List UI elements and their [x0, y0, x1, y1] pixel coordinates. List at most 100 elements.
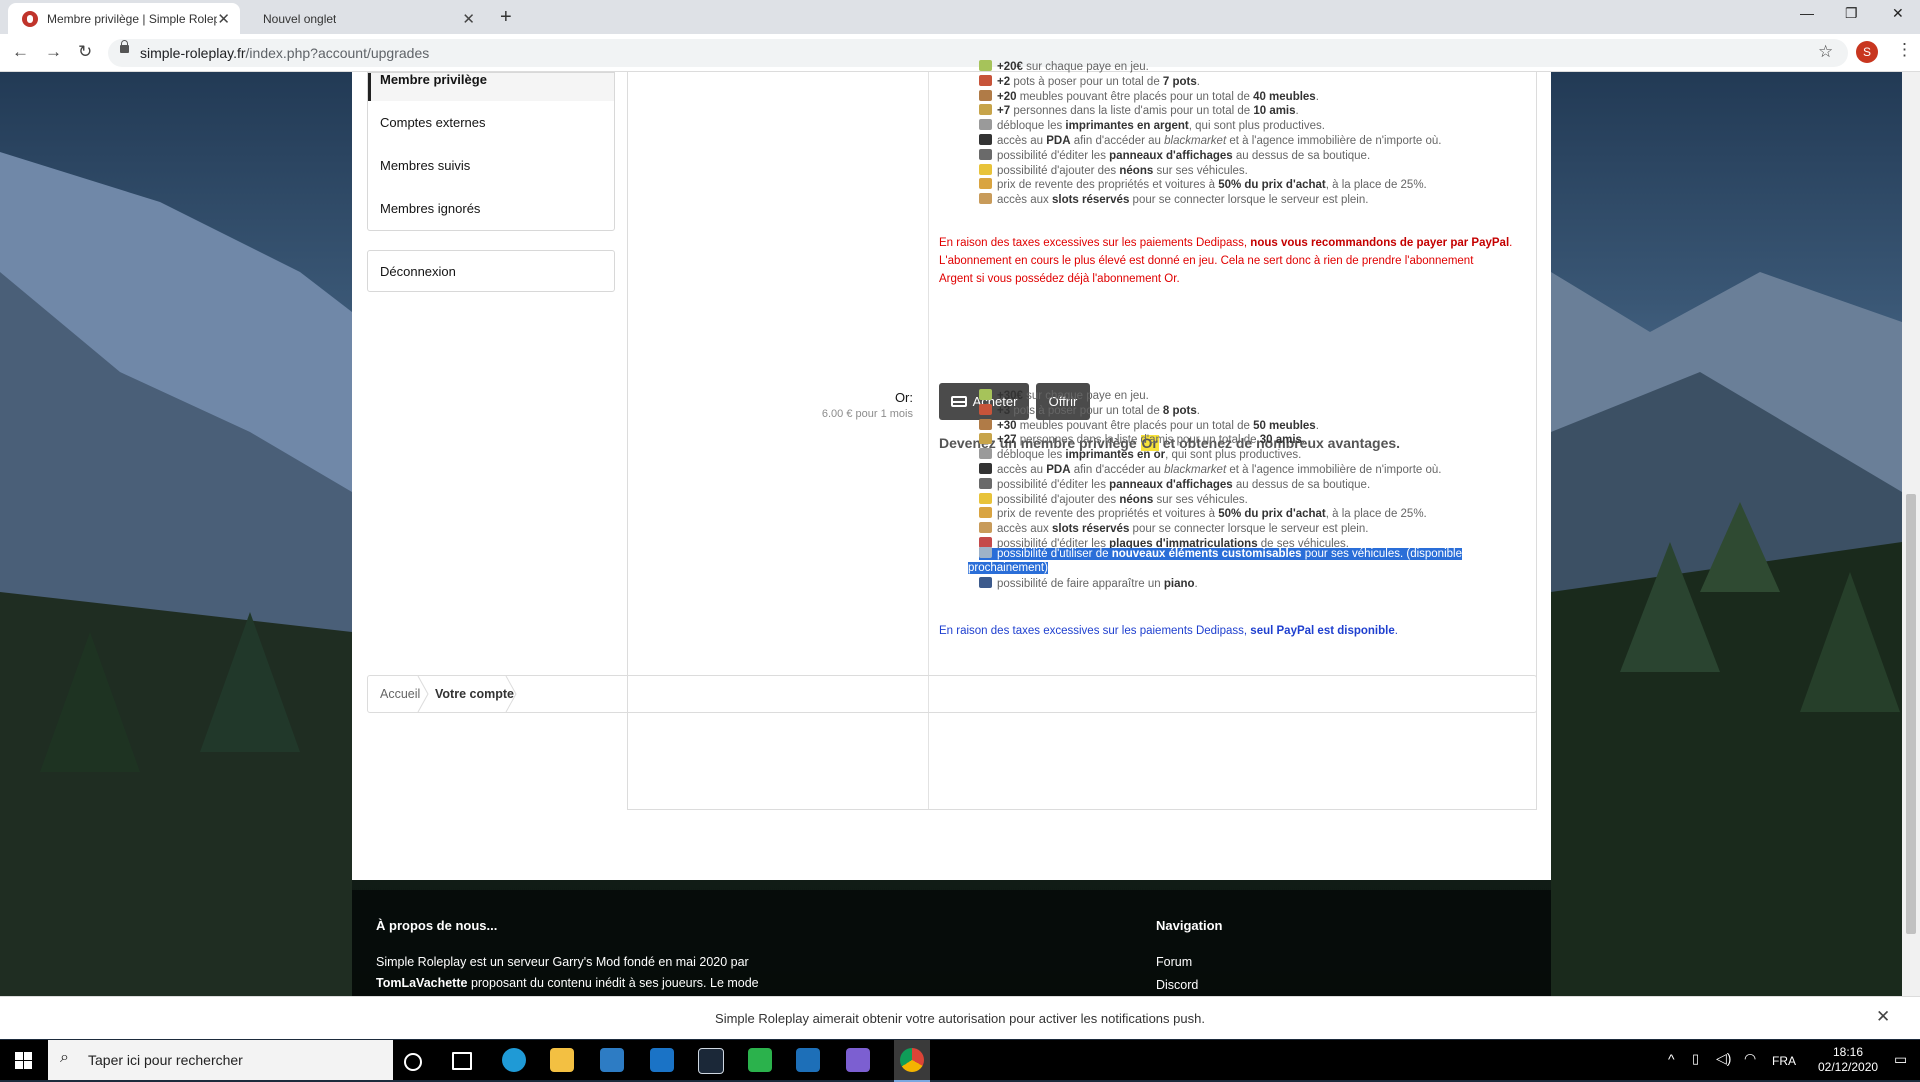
- new-tab-button[interactable]: +: [500, 6, 512, 29]
- price-tag-icon: [979, 507, 992, 519]
- billboard-icon: [979, 477, 992, 489]
- money-icon: [979, 60, 992, 71]
- footer-nav-forum[interactable]: Forum: [1156, 952, 1192, 973]
- cortana-icon[interactable]: [404, 1053, 422, 1071]
- tab-membre-privilege[interactable]: Membre privilège | Simple Roleplay ✕: [8, 3, 240, 34]
- footer-about-title: À propos de nous...: [376, 918, 498, 933]
- language-indicator[interactable]: FRA: [1772, 1054, 1796, 1068]
- neon-star-icon: [979, 492, 992, 504]
- feature-item: accès au PDA afin d'accéder au blackmark…: [979, 463, 1441, 476]
- breadcrumb: Accueil Votre compte: [367, 675, 1537, 713]
- notifications-icon[interactable]: ▭: [1894, 1051, 1907, 1068]
- star-icon[interactable]: ☆: [1818, 42, 1833, 62]
- feature-item: possibilité d'ajouter des néons sur ses …: [979, 163, 1248, 177]
- system-tray: ^ ▯ ◁) ◠ FRA 18:16 02/12/2020 ▭: [1668, 1040, 1920, 1080]
- feature-item: accès au PDA afin d'accéder au blackmark…: [979, 134, 1441, 147]
- pda-icon: [979, 134, 992, 145]
- store-icon[interactable]: [600, 1048, 624, 1072]
- taskbar-clock[interactable]: 18:16 02/12/2020: [1818, 1045, 1878, 1075]
- notification-close-icon[interactable]: ✕: [1876, 1007, 1890, 1027]
- url-input[interactable]: simple-roleplay.fr/index.php?account/upg…: [108, 39, 1848, 67]
- tab-nouvel-onglet[interactable]: Nouvel onglet ✕: [245, 3, 485, 34]
- feature-item: possibilité d'éditer les panneaux d'affi…: [979, 477, 1370, 491]
- steam-icon[interactable]: [698, 1048, 724, 1074]
- app-green-icon[interactable]: [748, 1048, 772, 1072]
- hourglass-icon: [979, 193, 992, 205]
- gmod-icon[interactable]: [796, 1048, 820, 1072]
- credit-card-icon: [950, 396, 967, 407]
- footer-nav-title: Navigation: [1156, 918, 1223, 933]
- maximize-icon[interactable]: ❐: [1845, 5, 1858, 22]
- feature-item: +30€ sur chaque paye en jeu.: [979, 389, 1149, 402]
- friends-icon: [979, 433, 992, 445]
- close-icon[interactable]: ✕: [1892, 5, 1904, 22]
- feature-item: accès aux slots réservés pour se connect…: [979, 193, 1368, 206]
- push-notification-bar: Simple Roleplay aimerait obtenir votre a…: [0, 996, 1920, 1039]
- footer-nav-discord[interactable]: Discord: [1156, 975, 1198, 996]
- feature-item: prix de revente des propriétés et voitur…: [979, 178, 1427, 191]
- feature-item: débloque les imprimantes en argent, qui …: [979, 119, 1325, 132]
- notification-text: Simple Roleplay aimerait obtenir votre a…: [715, 1011, 1205, 1026]
- file-explorer-icon[interactable]: [550, 1048, 574, 1072]
- pda-icon: [979, 463, 992, 474]
- page-card: Membre privilège Comptes externes Membre…: [352, 60, 1551, 880]
- tab-close-icon[interactable]: ✕: [217, 10, 230, 28]
- taskbar-search-placeholder: Taper ici pour rechercher: [88, 1052, 243, 1068]
- back-arrow-icon[interactable]: ←: [12, 42, 29, 62]
- feature-item: accès aux slots réservés pour se connect…: [979, 522, 1368, 535]
- chrome-taskbar-item[interactable]: [894, 1040, 930, 1082]
- feature-item: +20 meubles pouvant être placés pour un …: [979, 89, 1319, 103]
- sidebar-item-membres-ignores[interactable]: Membres ignorés: [368, 187, 614, 230]
- sidebar-item-membres-suivis[interactable]: Membres suivis: [368, 144, 614, 187]
- feature-item: +20€ sur chaque paye en jeu.: [979, 60, 1149, 73]
- volume-icon[interactable]: ◁): [1716, 1050, 1731, 1067]
- furniture-icon: [979, 89, 992, 101]
- site-favicon-icon: [22, 10, 38, 27]
- feature-item: +3 pots à poser pour un total de 8 pots.: [979, 403, 1200, 417]
- sidebar-item-membre-privilege[interactable]: Membre privilège: [368, 73, 614, 101]
- feature-item: +30 meubles pouvant être placés pour un …: [979, 418, 1319, 432]
- logout-button[interactable]: Déconnexion: [367, 250, 615, 292]
- feature-item: +27 personnes dans la liste d'amis pour …: [979, 433, 1305, 446]
- wifi-icon[interactable]: ◠: [1744, 1050, 1756, 1067]
- printer-icon: [979, 448, 992, 460]
- billboard-icon: [979, 148, 992, 160]
- footer-about-text: Simple Roleplay est un serveur Garry's M…: [376, 955, 759, 990]
- mail-icon[interactable]: [650, 1048, 674, 1072]
- price-tag-icon: [979, 178, 992, 190]
- url-text: simple-roleplay.fr/index.php?account/upg…: [140, 45, 430, 61]
- chrome-icon: [900, 1048, 924, 1072]
- forward-arrow-icon[interactable]: →: [45, 42, 62, 62]
- tab-close-icon[interactable]: ✕: [462, 10, 475, 28]
- breadcrumb-separator-icon: [417, 676, 429, 712]
- scrollbar-thumb[interactable]: [1906, 494, 1916, 934]
- discord-icon[interactable]: [846, 1048, 870, 1072]
- gold-payment-info: En raison des taxes excessives sur les p…: [939, 625, 1398, 637]
- gold-feature-customization: possibilité d'utiliser de nouveaux éléme…: [979, 547, 1462, 560]
- feature-item: +7 personnes dans la liste d'amis pour u…: [979, 104, 1299, 117]
- chevron-up-icon[interactable]: ^: [1668, 1051, 1675, 1067]
- gold-plan-title: Or:: [894, 390, 913, 405]
- furniture-icon: [979, 418, 992, 430]
- battery-icon[interactable]: ▯: [1692, 1051, 1699, 1067]
- breadcrumb-separator-icon: [505, 676, 517, 712]
- reload-icon[interactable]: ↻: [78, 42, 92, 62]
- sidebar-item-comptes-externes[interactable]: Comptes externes: [368, 101, 614, 144]
- breadcrumb-votre-compte[interactable]: Votre compte: [435, 676, 514, 712]
- taskbar-search-input[interactable]: ⌕ Taper ici pour rechercher: [48, 1040, 393, 1080]
- windows-start-icon[interactable]: [15, 1052, 32, 1069]
- address-bar: ← → ↻ simple-roleplay.fr/index.php?accou…: [0, 34, 1920, 72]
- menu-dots-icon[interactable]: ⋮: [1896, 40, 1913, 60]
- task-view-icon[interactable]: [452, 1052, 472, 1070]
- feature-item: possibilité d'éditer les panneaux d'affi…: [979, 148, 1370, 162]
- search-icon: ⌕: [60, 1049, 69, 1066]
- lock-icon[interactable]: [120, 40, 129, 53]
- hourglass-icon: [979, 522, 992, 534]
- edge-icon[interactable]: [502, 1048, 526, 1072]
- music-note-icon: [979, 577, 992, 588]
- profile-avatar[interactable]: S: [1856, 41, 1878, 63]
- minimize-icon[interactable]: —: [1800, 5, 1814, 21]
- gold-plan-price: 6.00 € pour 1 mois: [821, 408, 913, 420]
- breadcrumb-accueil[interactable]: Accueil: [380, 676, 420, 712]
- plant-pot-icon: [979, 74, 992, 86]
